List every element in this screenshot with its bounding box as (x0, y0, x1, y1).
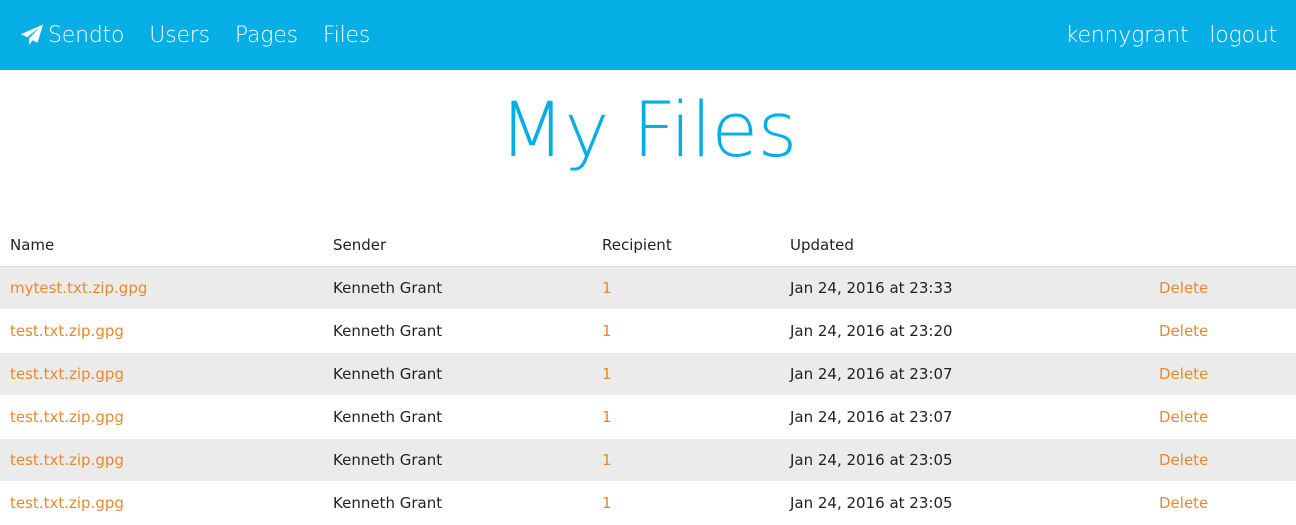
nav-left-group: Sendto Users Pages Files (20, 0, 395, 70)
page-title: My Files (499, 85, 797, 174)
cell-updated: Jan 24, 2016 at 23:33 (780, 266, 1149, 310)
recipient-link[interactable]: 1 (602, 279, 612, 297)
table-row: mytest.txt.zip.gpg Kenneth Grant 1 Jan 2… (0, 266, 1296, 310)
cell-actions: Delete (1149, 266, 1296, 310)
cell-name: mytest.txt.zip.gpg (0, 266, 323, 310)
cell-sender: Kenneth Grant (323, 266, 592, 310)
delete-link[interactable]: Delete (1159, 279, 1208, 297)
cell-name: test.txt.zip.gpg (0, 395, 323, 439)
cell-name: test.txt.zip.gpg (0, 309, 323, 353)
header-sender: Sender (323, 224, 592, 267)
cell-updated: Jan 24, 2016 at 23:20 (780, 309, 1149, 353)
delete-link[interactable]: Delete (1159, 322, 1208, 340)
cell-name: test.txt.zip.gpg (0, 352, 323, 396)
file-name-link[interactable]: test.txt.zip.gpg (10, 365, 124, 383)
table-row: test.txt.zip.gpg Kenneth Grant 1 Jan 24,… (0, 309, 1296, 353)
top-navbar: Sendto Users Pages Files kennygrant logo… (0, 0, 1296, 70)
cell-actions: Delete (1149, 438, 1296, 482)
cell-sender: Kenneth Grant (323, 352, 592, 396)
header-recipient: Recipient (592, 224, 780, 267)
username-link[interactable]: kennygrant (1066, 23, 1189, 48)
cell-sender: Kenneth Grant (323, 481, 592, 525)
cell-recipient: 1 (592, 395, 780, 439)
table-row: test.txt.zip.gpg Kenneth Grant 1 Jan 24,… (0, 352, 1296, 396)
recipient-link[interactable]: 1 (602, 408, 612, 426)
cell-name: test.txt.zip.gpg (0, 481, 323, 525)
header-name: Name (0, 224, 323, 267)
brand-link[interactable]: Sendto (20, 23, 124, 48)
file-name-link[interactable]: test.txt.zip.gpg (10, 451, 124, 469)
cell-updated: Jan 24, 2016 at 23:05 (780, 438, 1149, 482)
cell-sender: Kenneth Grant (323, 309, 592, 353)
table-header-row: Name Sender Recipient Updated (0, 224, 1296, 267)
brand-label: Sendto (48, 22, 125, 48)
file-name-link[interactable]: mytest.txt.zip.gpg (10, 279, 147, 297)
delete-link[interactable]: Delete (1159, 451, 1208, 469)
table-row: test.txt.zip.gpg Kenneth Grant 1 Jan 24,… (0, 438, 1296, 482)
table-row: test.txt.zip.gpg Kenneth Grant 1 Jan 24,… (0, 481, 1296, 525)
nav-right-group: kennygrant logout (1066, 0, 1278, 70)
files-table: Name Sender Recipient Updated mytest.txt… (0, 224, 1296, 525)
cell-updated: Jan 24, 2016 at 23:07 (780, 352, 1149, 396)
recipient-link[interactable]: 1 (602, 494, 612, 512)
header-actions (1149, 224, 1296, 267)
file-name-link[interactable]: test.txt.zip.gpg (10, 408, 124, 426)
file-name-link[interactable]: test.txt.zip.gpg (10, 494, 124, 512)
cell-name: test.txt.zip.gpg (0, 438, 323, 482)
logout-link[interactable]: logout (1209, 23, 1277, 48)
recipient-link[interactable]: 1 (602, 322, 612, 340)
cell-sender: Kenneth Grant (323, 438, 592, 482)
cell-updated: Jan 24, 2016 at 23:07 (780, 395, 1149, 439)
table-header: Name Sender Recipient Updated (0, 224, 1296, 267)
recipient-link[interactable]: 1 (602, 365, 612, 383)
nav-item-files[interactable]: Files (323, 23, 370, 48)
recipient-link[interactable]: 1 (602, 451, 612, 469)
table-body: mytest.txt.zip.gpg Kenneth Grant 1 Jan 2… (0, 266, 1296, 525)
table-row: test.txt.zip.gpg Kenneth Grant 1 Jan 24,… (0, 395, 1296, 439)
delete-link[interactable]: Delete (1159, 408, 1208, 426)
cell-updated: Jan 24, 2016 at 23:05 (780, 481, 1149, 525)
nav-item-pages[interactable]: Pages (235, 23, 298, 48)
cell-recipient: 1 (592, 266, 780, 310)
delete-link[interactable]: Delete (1159, 494, 1208, 512)
cell-recipient: 1 (592, 309, 780, 353)
paper-plane-icon (20, 24, 43, 45)
cell-sender: Kenneth Grant (323, 395, 592, 439)
cell-recipient: 1 (592, 352, 780, 396)
cell-actions: Delete (1149, 309, 1296, 353)
cell-actions: Delete (1149, 481, 1296, 525)
file-name-link[interactable]: test.txt.zip.gpg (10, 322, 124, 340)
cell-recipient: 1 (592, 438, 780, 482)
nav-item-users[interactable]: Users (149, 23, 210, 48)
cell-recipient: 1 (592, 481, 780, 525)
cell-actions: Delete (1149, 352, 1296, 396)
header-updated: Updated (780, 224, 1149, 267)
cell-actions: Delete (1149, 395, 1296, 439)
delete-link[interactable]: Delete (1159, 365, 1208, 383)
